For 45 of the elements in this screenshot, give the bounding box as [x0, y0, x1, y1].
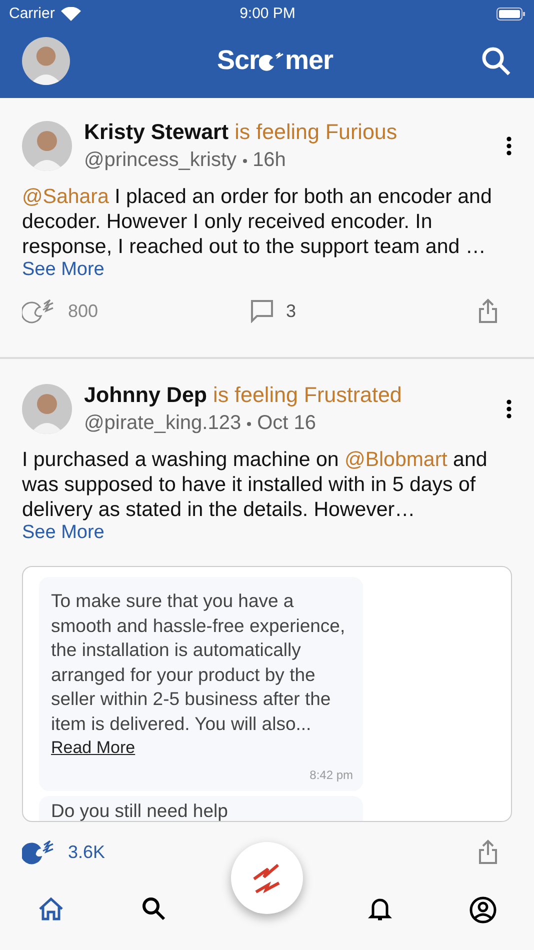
- post-text: @Sahara I placed an order for both an encoder and decoder. However I only received encoder. In response, I reached out to the support team and …: [22, 184, 493, 259]
- attached-screenshot[interactable]: [22, 566, 512, 822]
- post-text: I purchased a washing machine on @Blobmart and was supposed to have it installed with in 5 days of delivery as stated in the details. However…: [22, 447, 488, 522]
- wifi-icon: [60, 6, 81, 20]
- avatar[interactable]: [22, 121, 72, 171]
- user-name[interactable]: Kristy Stewart: [84, 120, 229, 145]
- read-more-link[interactable]: Read More: [51, 736, 136, 760]
- more-icon[interactable]: [506, 399, 512, 419]
- user-handle: @princess_kristy: [84, 149, 237, 172]
- user-name[interactable]: Johnny Dep: [84, 383, 208, 408]
- separator-dot: [242, 158, 247, 162]
- see-more-link[interactable]: See More: [22, 259, 104, 281]
- carrier-label: Carrier: [9, 5, 55, 22]
- comment-icon[interactable]: [250, 299, 274, 323]
- reaction-count: 800: [68, 300, 98, 322]
- avatar[interactable]: [22, 36, 70, 84]
- reaction-icon[interactable]: [22, 839, 56, 865]
- user-handle: @pirate_king.123: [84, 412, 242, 435]
- feeling-label: is feeling Frustrated: [213, 383, 402, 408]
- status-time: 9:00 PM: [240, 5, 296, 22]
- search-icon: [140, 896, 167, 922]
- message-text: Do you still need help: [51, 799, 229, 821]
- avatar[interactable]: [22, 384, 72, 434]
- logo-icon: [259, 50, 285, 72]
- search-icon[interactable]: [480, 44, 512, 76]
- separator-dot: [247, 422, 252, 426]
- share-icon[interactable]: [478, 298, 498, 324]
- new-post-button[interactable]: [231, 842, 303, 914]
- feeling-label: is feeling Furious: [234, 120, 398, 145]
- profile-icon: [468, 896, 497, 924]
- post-time: Oct 16: [257, 412, 316, 435]
- more-icon[interactable]: [506, 136, 512, 156]
- battery-icon: [496, 6, 526, 20]
- message-text: To make sure that you have a smooth and hassle-free experience, the installation is automatically arranged for your product by the seller within 2-5 business after the item is delivered. You will also...: [51, 589, 346, 736]
- bell-icon: [367, 896, 394, 922]
- message-time: 8:42 pm: [310, 766, 353, 784]
- comment-count: 3: [286, 300, 296, 322]
- reaction-icon[interactable]: [22, 298, 56, 324]
- logo-text: mer: [285, 45, 334, 76]
- see-more-link[interactable]: See More: [22, 522, 104, 544]
- reaction-count: 3.6K: [68, 842, 106, 862]
- post-time: 16h: [252, 149, 286, 172]
- share-icon[interactable]: [478, 839, 498, 865]
- logo-text: Scr: [216, 45, 259, 76]
- home-icon: [38, 896, 64, 922]
